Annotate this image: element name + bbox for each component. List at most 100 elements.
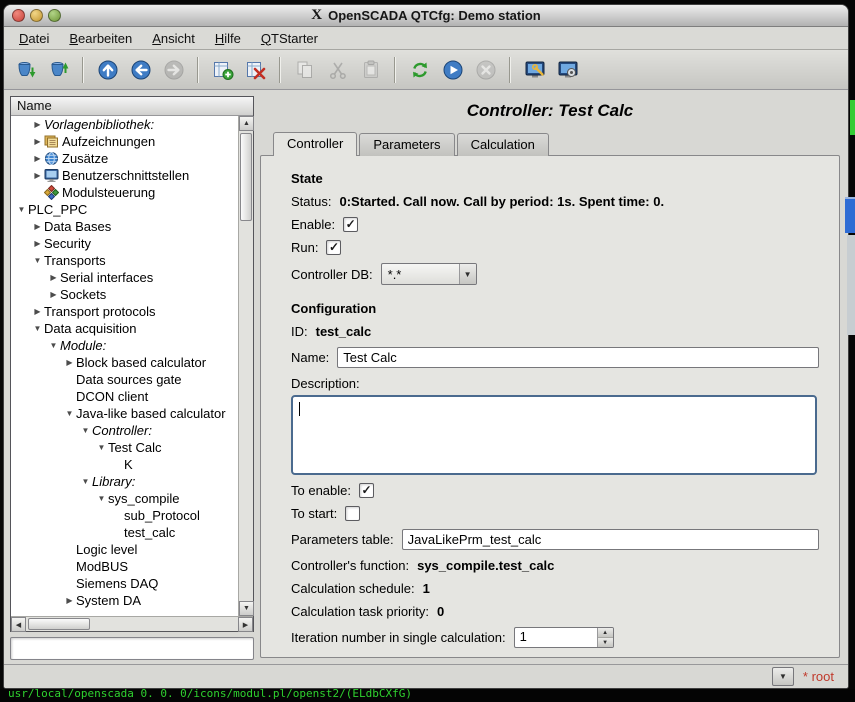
expanded-arrow-icon[interactable]: ▼: [31, 256, 44, 265]
add-item-button[interactable]: [207, 54, 238, 85]
tab-controller[interactable]: Controller: [273, 132, 357, 156]
horizontal-scroll-thumb[interactable]: [28, 618, 90, 630]
db-save-button[interactable]: [43, 54, 74, 85]
vision-launch-button[interactable]: [552, 54, 583, 85]
user-select[interactable]: ▼: [772, 667, 794, 686]
titlebar[interactable]: X OpenSCADA QTCfg: Demo station: [4, 5, 848, 27]
page-title: Controller: Test Calc: [260, 101, 840, 121]
tree-item-sub-protocol[interactable]: sub_Protocol: [11, 507, 238, 524]
name-input[interactable]: [337, 347, 819, 368]
tree-item-sys-compile[interactable]: ▼sys_compile: [11, 490, 238, 507]
menu-qtstarter[interactable]: QTStarter: [251, 29, 328, 48]
expanded-arrow-icon[interactable]: ▼: [79, 426, 92, 435]
scroll-right-button[interactable]: ▶: [238, 617, 253, 632]
tree-filter-input[interactable]: [10, 637, 254, 660]
up-button[interactable]: [92, 54, 123, 85]
qtcfg-launch-button[interactable]: [519, 54, 550, 85]
delete-item-button[interactable]: [240, 54, 271, 85]
collapsed-arrow-icon[interactable]: ▶: [31, 154, 44, 163]
tree-item-sockets[interactable]: ▶Sockets: [11, 286, 238, 303]
back-button[interactable]: [125, 54, 156, 85]
tree-item-benutzerschnittstellen[interactable]: ▶Benutzerschnittstellen: [11, 167, 238, 184]
tree-item-test-calc[interactable]: test_calc: [11, 524, 238, 541]
menu-hilfe[interactable]: Hilfe: [205, 29, 251, 48]
expanded-arrow-icon[interactable]: ▼: [31, 324, 44, 333]
tree-item-siemens-daq[interactable]: Siemens DAQ: [11, 575, 238, 592]
tree-item-data-acquisition[interactable]: ▼Data acquisition: [11, 320, 238, 337]
expanded-arrow-icon[interactable]: ▼: [15, 205, 28, 214]
tree-item-serial-interfaces[interactable]: ▶Serial interfaces: [11, 269, 238, 286]
enable-checkbox[interactable]: [343, 217, 358, 232]
to-enable-checkbox[interactable]: [359, 483, 374, 498]
collapsed-arrow-icon[interactable]: ▶: [31, 171, 44, 180]
menu-ansicht[interactable]: Ansicht: [142, 29, 205, 48]
minimize-window-button[interactable]: [30, 9, 43, 22]
tree-item-logic-level[interactable]: Logic level: [11, 541, 238, 558]
scroll-left-button[interactable]: ◀: [11, 617, 26, 632]
collapsed-arrow-icon[interactable]: ▶: [63, 358, 76, 367]
collapsed-arrow-icon[interactable]: ▶: [63, 596, 76, 605]
tree-item-label: DCON client: [76, 389, 148, 404]
tree-horizontal-scrollbar[interactable]: ◀ ▶: [11, 616, 253, 631]
parameters-table-input[interactable]: [402, 529, 819, 550]
tree-item-vorlagenbibliothek[interactable]: ▶Vorlagenbibliothek:: [11, 116, 238, 133]
tree-item-controller[interactable]: ▼Controller:: [11, 422, 238, 439]
collapsed-arrow-icon[interactable]: ▶: [31, 120, 44, 129]
collapsed-arrow-icon[interactable]: ▶: [31, 137, 44, 146]
tree-item-java-like-based-calculator[interactable]: ▼Java-like based calculator: [11, 405, 238, 422]
tree-vertical-scrollbar[interactable]: ▲ ▼: [238, 116, 253, 616]
expanded-arrow-icon[interactable]: ▼: [95, 443, 108, 452]
tree-item-module[interactable]: ▼Module:: [11, 337, 238, 354]
spin-up-icon[interactable]: ▲: [598, 628, 613, 638]
tree-item-transports[interactable]: ▼Transports: [11, 252, 238, 269]
scroll-down-button[interactable]: ▼: [239, 601, 254, 616]
tree-item-test-calc[interactable]: ▼Test Calc: [11, 439, 238, 456]
run-label: Run:: [291, 240, 318, 255]
maximize-window-button[interactable]: [48, 9, 61, 22]
window-controls: [12, 9, 61, 22]
tree-column-header[interactable]: Name: [11, 97, 253, 116]
menu-datei[interactable]: Datei: [9, 29, 59, 48]
scroll-track[interactable]: [92, 617, 238, 631]
controller-db-select[interactable]: *.* ▼: [381, 263, 477, 285]
tree-item-transport-protocols[interactable]: ▶Transport protocols: [11, 303, 238, 320]
menu-bearbeiten[interactable]: Bearbeiten: [59, 29, 142, 48]
spin-down-icon[interactable]: ▼: [598, 638, 613, 647]
expanded-arrow-icon[interactable]: ▼: [63, 409, 76, 418]
tab-parameters[interactable]: Parameters: [359, 133, 454, 156]
tree-item-security[interactable]: ▶Security: [11, 235, 238, 252]
start-button[interactable]: [437, 54, 468, 85]
expanded-arrow-icon[interactable]: ▼: [47, 341, 60, 350]
run-checkbox[interactable]: [326, 240, 341, 255]
tree-item-library[interactable]: ▼Library:: [11, 473, 238, 490]
collapsed-arrow-icon[interactable]: ▶: [47, 273, 60, 282]
expanded-arrow-icon[interactable]: ▼: [79, 477, 92, 486]
tree-item-data-sources-gate[interactable]: Data sources gate: [11, 371, 238, 388]
tree-item-modbus[interactable]: ModBUS: [11, 558, 238, 575]
db-load-button[interactable]: [10, 54, 41, 85]
tree-item-k[interactable]: K: [11, 456, 238, 473]
tree-item-modulsteuerung[interactable]: Modulsteuerung: [11, 184, 238, 201]
tree-item-system-da[interactable]: ▶System DA: [11, 592, 238, 609]
scroll-up-button[interactable]: ▲: [239, 116, 254, 131]
close-window-button[interactable]: [12, 9, 25, 22]
collapsed-arrow-icon[interactable]: ▶: [31, 222, 44, 231]
vertical-scroll-thumb[interactable]: [240, 133, 252, 221]
tree-item-zus-tze[interactable]: ▶Zusätze: [11, 150, 238, 167]
expanded-arrow-icon[interactable]: ▼: [95, 494, 108, 503]
collapsed-arrow-icon[interactable]: ▶: [31, 307, 44, 316]
tree-item-dcon-client[interactable]: DCON client: [11, 388, 238, 405]
scroll-track[interactable]: [239, 223, 253, 601]
tree-item-plc-ppc[interactable]: ▼PLC_PPC: [11, 201, 238, 218]
collapsed-arrow-icon[interactable]: ▶: [31, 239, 44, 248]
tree-item-block-based-calculator[interactable]: ▶Block based calculator: [11, 354, 238, 371]
to-start-checkbox[interactable]: [345, 506, 360, 521]
description-textarea[interactable]: [291, 395, 817, 475]
iteration-spinbox[interactable]: 1 ▲ ▼: [514, 627, 614, 648]
refresh-button[interactable]: [404, 54, 435, 85]
collapsed-arrow-icon[interactable]: ▶: [47, 290, 60, 299]
tab-calculation[interactable]: Calculation: [457, 133, 549, 156]
tree-body: ▶Vorlagenbibliothek:▶Aufzeichnungen▶Zusä…: [11, 116, 253, 616]
tree-item-data-bases[interactable]: ▶Data Bases: [11, 218, 238, 235]
tree-item-aufzeichnungen[interactable]: ▶Aufzeichnungen: [11, 133, 238, 150]
